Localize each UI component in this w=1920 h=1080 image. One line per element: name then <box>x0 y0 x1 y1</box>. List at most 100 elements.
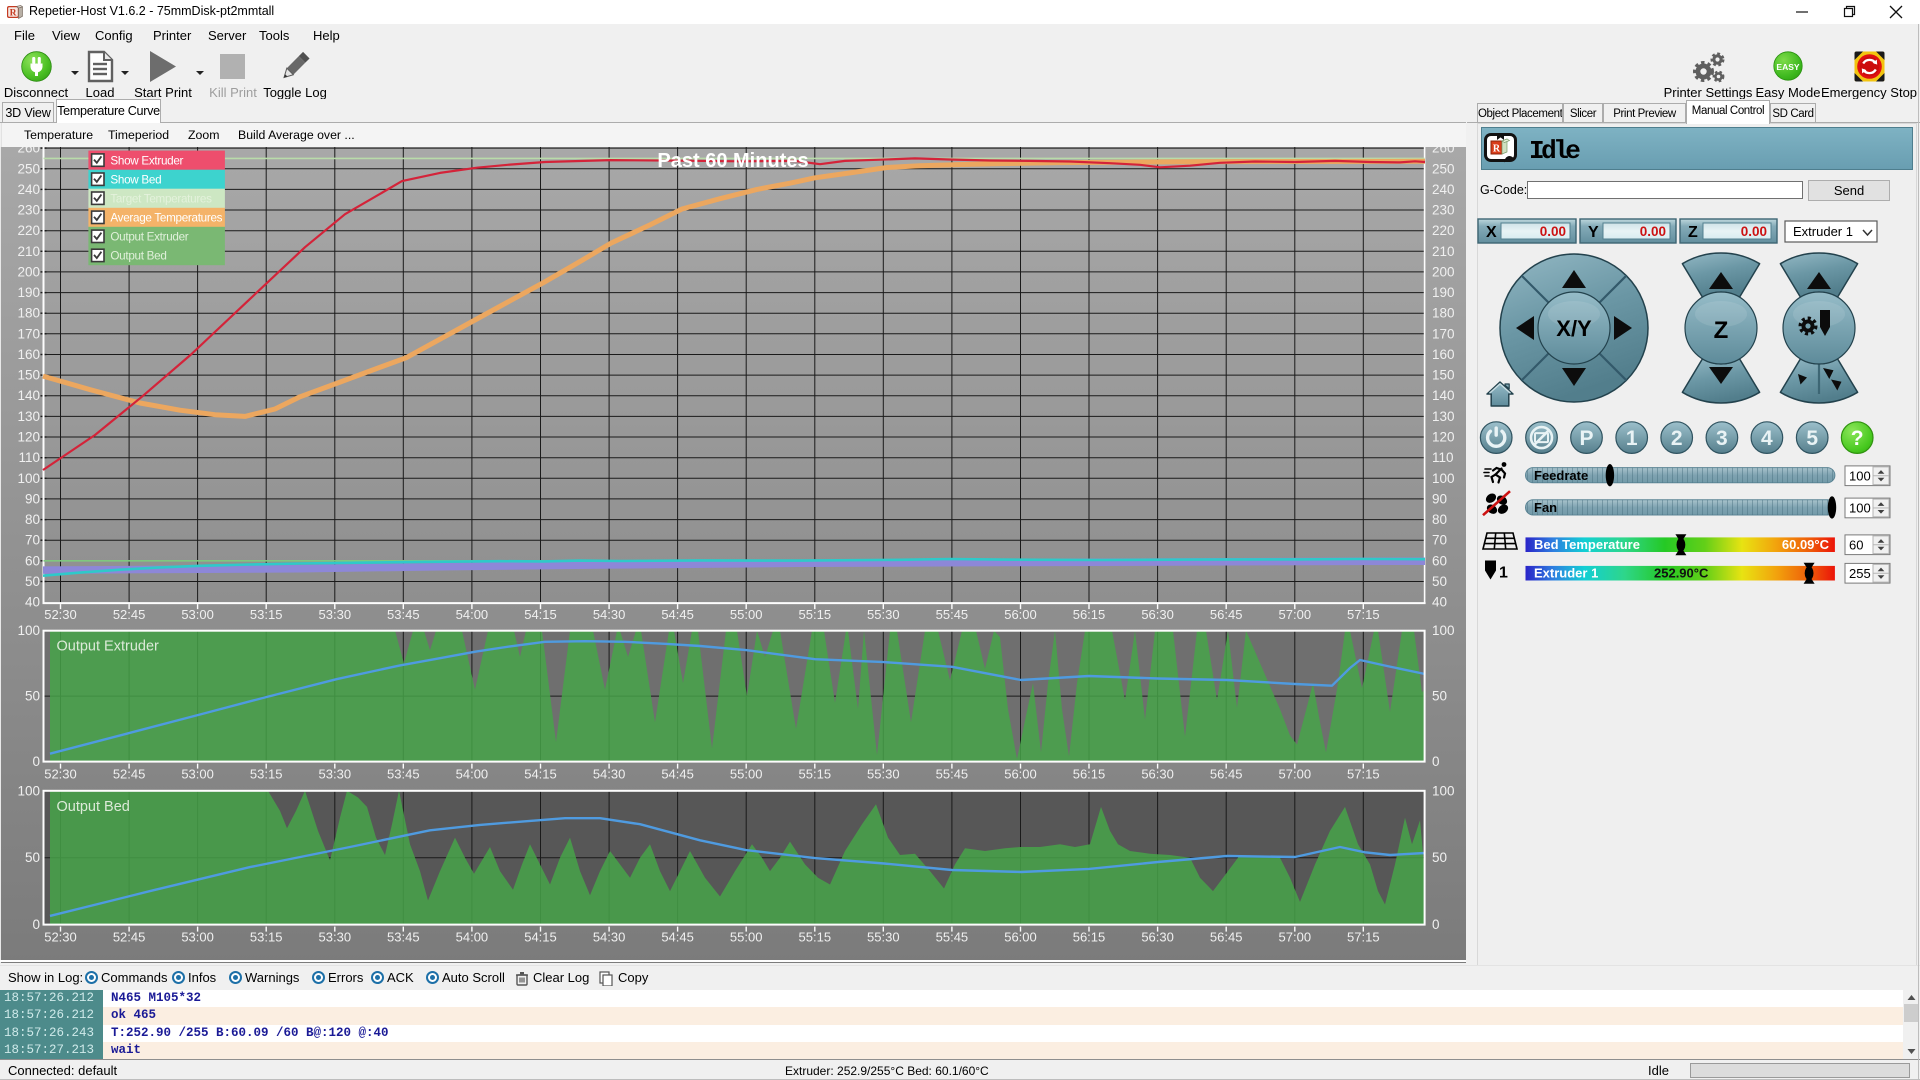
svg-text:53:30: 53:30 <box>319 607 352 622</box>
svg-text:240: 240 <box>17 182 40 197</box>
svg-text:0.00: 0.00 <box>1640 224 1666 239</box>
svg-text:255: 255 <box>1849 566 1871 581</box>
svg-text:170: 170 <box>17 326 40 341</box>
svg-text:80: 80 <box>25 512 40 527</box>
svg-text:Z: Z <box>1688 224 1698 241</box>
svg-text:53:30: 53:30 <box>319 930 352 945</box>
svg-text:57:00: 57:00 <box>1279 767 1312 782</box>
svg-text:220: 220 <box>1432 223 1455 238</box>
svg-text:210: 210 <box>17 244 40 259</box>
svg-text:Output Bed: Output Bed <box>57 799 130 815</box>
svg-text:50: 50 <box>1432 850 1447 865</box>
svg-text:55:15: 55:15 <box>799 767 832 782</box>
svg-text:2: 2 <box>1671 427 1683 450</box>
svg-text:52:30: 52:30 <box>44 930 77 945</box>
svg-text:0: 0 <box>32 917 40 932</box>
svg-text:0: 0 <box>1432 754 1440 769</box>
svg-text:100: 100 <box>17 471 40 486</box>
svg-text:130: 130 <box>1432 409 1455 424</box>
svg-text:R: R <box>10 8 17 18</box>
svg-text:110: 110 <box>1432 450 1454 465</box>
svg-text:60.09°C: 60.09°C <box>1782 537 1830 552</box>
svg-text:0.00: 0.00 <box>1540 224 1566 239</box>
svg-text:55:15: 55:15 <box>799 930 832 945</box>
svg-text:56:30: 56:30 <box>1141 767 1174 782</box>
svg-text:54:00: 54:00 <box>456 930 489 945</box>
svg-text:110: 110 <box>18 450 40 465</box>
svg-text:50: 50 <box>25 574 40 589</box>
svg-text:260: 260 <box>1432 147 1455 156</box>
svg-text:4: 4 <box>1761 427 1773 450</box>
svg-text:53:00: 53:00 <box>181 930 214 945</box>
svg-text:57:15: 57:15 <box>1347 607 1380 622</box>
svg-text:EASY: EASY <box>1776 62 1799 72</box>
svg-text:252.90°C: 252.90°C <box>1654 566 1709 581</box>
svg-text:57:00: 57:00 <box>1279 607 1312 622</box>
svg-text:56:00: 56:00 <box>1004 930 1037 945</box>
svg-text:230: 230 <box>1432 203 1455 218</box>
svg-text:54:30: 54:30 <box>593 607 626 622</box>
svg-text:56:15: 56:15 <box>1073 930 1106 945</box>
svg-text:Show Bed: Show Bed <box>110 174 161 187</box>
svg-text:54:45: 54:45 <box>661 767 694 782</box>
svg-text:56:30: 56:30 <box>1141 607 1174 622</box>
svg-text:X: X <box>1486 224 1497 241</box>
svg-text:57:15: 57:15 <box>1347 930 1380 945</box>
svg-text:57:15: 57:15 <box>1347 767 1380 782</box>
svg-text:Output Bed: Output Bed <box>110 250 166 263</box>
svg-text:90: 90 <box>25 491 40 506</box>
svg-text:5: 5 <box>1806 427 1818 450</box>
svg-text:0: 0 <box>1432 917 1440 932</box>
svg-text:60: 60 <box>1849 538 1863 553</box>
svg-text:52:45: 52:45 <box>113 607 146 622</box>
svg-text:54:45: 54:45 <box>661 930 694 945</box>
svg-text:54:30: 54:30 <box>593 767 626 782</box>
svg-text:55:00: 55:00 <box>730 767 763 782</box>
svg-text:210: 210 <box>1432 244 1455 259</box>
svg-text:40: 40 <box>25 595 40 610</box>
svg-text:54:00: 54:00 <box>456 767 489 782</box>
svg-text:190: 190 <box>1432 285 1455 300</box>
svg-text:250: 250 <box>1432 161 1455 176</box>
svg-text:55:30: 55:30 <box>867 767 900 782</box>
svg-text:160: 160 <box>17 347 40 362</box>
svg-text:54:45: 54:45 <box>661 607 694 622</box>
svg-text:Average Temperatures: Average Temperatures <box>110 212 222 225</box>
svg-text:230: 230 <box>17 203 40 218</box>
svg-text:53:00: 53:00 <box>181 607 214 622</box>
svg-text:55:00: 55:00 <box>730 607 763 622</box>
svg-text:?: ? <box>1851 427 1864 450</box>
svg-text:120: 120 <box>1432 430 1455 445</box>
svg-text:Extruder 1: Extruder 1 <box>1534 566 1598 581</box>
svg-text:54:15: 54:15 <box>524 767 557 782</box>
svg-text:170: 170 <box>1432 326 1455 341</box>
svg-text:240: 240 <box>1432 182 1455 197</box>
svg-text:1: 1 <box>1499 565 1508 582</box>
svg-text:Output Extruder: Output Extruder <box>57 639 160 655</box>
svg-text:55:30: 55:30 <box>867 607 900 622</box>
svg-text:100: 100 <box>1849 469 1871 484</box>
svg-text:100: 100 <box>1432 471 1455 486</box>
svg-text:52:45: 52:45 <box>113 930 146 945</box>
svg-text:100: 100 <box>1432 783 1455 798</box>
svg-text:100: 100 <box>17 623 40 638</box>
svg-text:56:45: 56:45 <box>1210 607 1243 622</box>
svg-text:53:15: 53:15 <box>250 767 283 782</box>
svg-text:53:15: 53:15 <box>250 607 283 622</box>
svg-text:140: 140 <box>1432 388 1455 403</box>
svg-text:52:45: 52:45 <box>113 767 146 782</box>
svg-text:200: 200 <box>17 264 40 279</box>
svg-text:150: 150 <box>1432 368 1455 383</box>
svg-text:53:45: 53:45 <box>387 767 420 782</box>
svg-text:55:45: 55:45 <box>936 607 969 622</box>
svg-text:56:15: 56:15 <box>1073 767 1106 782</box>
svg-text:3: 3 <box>1716 427 1728 450</box>
svg-text:56:30: 56:30 <box>1141 930 1174 945</box>
svg-text:220: 220 <box>17 223 40 238</box>
svg-text:55:00: 55:00 <box>730 930 763 945</box>
svg-text:140: 140 <box>17 388 40 403</box>
svg-text:100: 100 <box>17 783 40 798</box>
svg-text:Target Temperatures: Target Temperatures <box>110 193 212 206</box>
svg-text:X/Y: X/Y <box>1556 316 1592 341</box>
svg-text:160: 160 <box>1432 347 1455 362</box>
